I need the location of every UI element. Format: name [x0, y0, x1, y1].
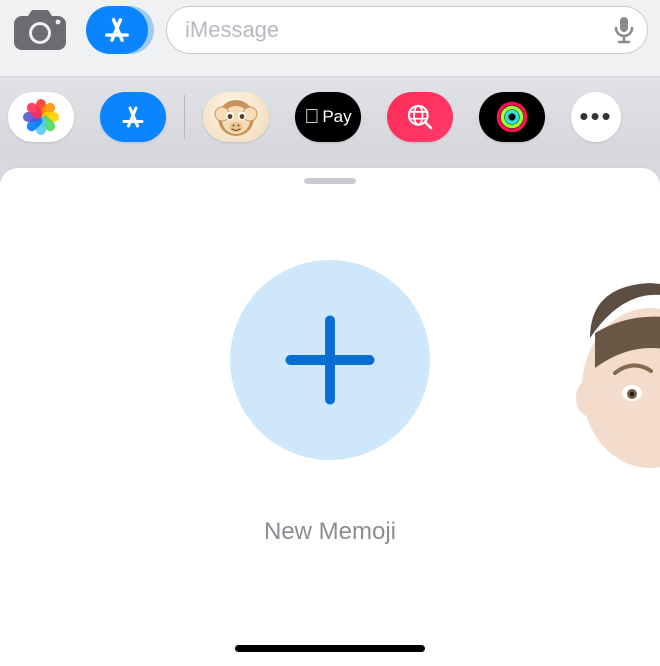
drawer-grabber[interactable]	[304, 178, 356, 184]
home-indicator[interactable]	[235, 645, 425, 652]
memoji-drawer[interactable]: New Memoji	[0, 168, 660, 666]
new-memoji-tile[interactable]: New Memoji	[230, 260, 430, 546]
existing-memoji-preview[interactable]	[560, 278, 660, 468]
message-input-container[interactable]	[166, 6, 648, 54]
activity-rings-icon	[494, 99, 530, 135]
memoji-drawer-area: New Memoji	[0, 156, 660, 666]
new-memoji-button[interactable]	[230, 260, 430, 460]
app-apple-pay[interactable]:  Pay	[295, 92, 361, 142]
app-hash-images[interactable]	[387, 92, 453, 142]
appstore-icon	[118, 102, 148, 132]
app-photos[interactable]	[8, 92, 74, 142]
search-globe-icon	[403, 100, 437, 134]
new-memoji-label: New Memoji	[264, 518, 396, 546]
more-icon: •••	[579, 101, 612, 132]
app-store[interactable]	[100, 92, 166, 142]
memoji-face-icon	[560, 278, 660, 468]
dictate-button[interactable]	[611, 15, 637, 45]
app-activity[interactable]	[479, 92, 545, 142]
appstore-icon	[86, 6, 148, 54]
app-drawer-toggle[interactable]	[86, 6, 148, 54]
camera-button[interactable]	[12, 6, 68, 52]
app-strip[interactable]:  Pay •••	[0, 76, 660, 156]
memoji-monkey-icon	[213, 94, 259, 140]
plus-icon	[275, 305, 385, 415]
message-input[interactable]	[185, 17, 611, 43]
app-strip-divider	[184, 95, 185, 139]
apple-logo-icon: 	[304, 107, 319, 127]
app-more[interactable]: •••	[571, 92, 621, 142]
apple-pay-label: Pay	[322, 107, 351, 127]
compose-row	[0, 0, 660, 76]
app-memoji[interactable]	[203, 92, 269, 142]
photos-icon	[26, 102, 56, 132]
microphone-icon	[611, 15, 637, 45]
camera-icon	[12, 6, 68, 52]
